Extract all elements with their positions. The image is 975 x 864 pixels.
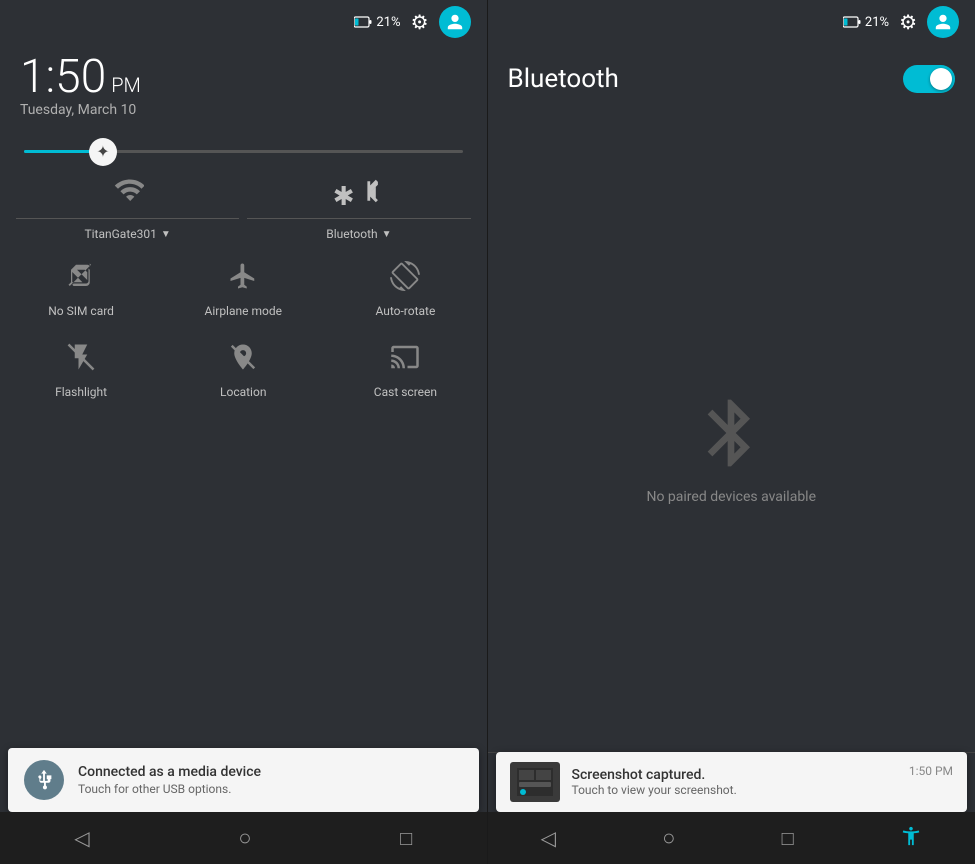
usb-notification-subtitle: Touch for other USB options. [78, 782, 463, 796]
battery-percent-right: 21% [865, 15, 889, 30]
auto-rotate-icon [390, 261, 420, 298]
no-sim-item[interactable]: No SIM card [31, 261, 131, 318]
bluetooth-icon: ✱ [333, 177, 385, 212]
cast-screen-item[interactable]: Cast screen [355, 342, 455, 399]
screenshot-subtitle: Touch to view your screenshot. [572, 783, 897, 797]
ampm-display: PM [111, 73, 141, 97]
usb-notification-text: Connected as a media device Touch for ot… [78, 764, 463, 796]
airplane-label: Airplane mode [205, 304, 282, 318]
right-panel: 21% ⚙ Bluetooth No paired devices availa… [488, 0, 975, 864]
back-button-right[interactable]: ◁ [541, 826, 556, 850]
no-sim-icon [66, 261, 96, 298]
right-status-bar: 21% ⚙ [488, 0, 975, 44]
brightness-thumb: ✦ [89, 138, 117, 166]
time-display: 1:50 [20, 54, 106, 100]
settings-icon-right[interactable]: ⚙ [899, 10, 917, 34]
bluetooth-title: Bluetooth [508, 64, 619, 94]
toggle-knob [930, 68, 952, 90]
screenshot-thumbnail [510, 762, 560, 802]
wifi-dropdown-icon[interactable]: ▼ [161, 229, 171, 240]
home-button-right[interactable]: ○ [662, 825, 675, 851]
icon-row-2: Flashlight Location Cast screen [0, 330, 487, 411]
bluetooth-label: Bluetooth [326, 227, 377, 241]
right-nav-bar: ◁ ○ □ [488, 812, 975, 864]
wifi-tile[interactable]: TitanGate301 ▼ [16, 177, 239, 241]
accessibility-icon[interactable] [900, 825, 922, 851]
wifi-label: TitanGate301 [84, 227, 156, 241]
cast-icon [390, 342, 420, 379]
auto-rotate-label: Auto-rotate [375, 304, 435, 318]
left-panel: 21% ⚙ 1:50 PM Tuesday, March 10 ✦ [0, 0, 487, 864]
brightness-area: ✦ [0, 134, 487, 169]
flashlight-label: Flashlight [55, 385, 107, 399]
bluetooth-toggle[interactable] [903, 65, 955, 93]
battery-indicator: 21% [354, 15, 400, 30]
screenshot-title: Screenshot captured. [572, 767, 897, 783]
avatar-right[interactable] [927, 6, 959, 38]
usb-notification[interactable]: Connected as a media device Touch for ot… [8, 748, 479, 812]
recents-button-right[interactable]: □ [782, 826, 794, 851]
icon-row-1: No SIM card Airplane mode Auto-rotate [0, 249, 487, 330]
wifi-icon [112, 177, 144, 212]
location-label: Location [220, 385, 266, 399]
bluetooth-dropdown-icon[interactable]: ▼ [382, 229, 392, 240]
brightness-slider[interactable]: ✦ [24, 150, 463, 153]
no-sim-label: No SIM card [48, 304, 114, 318]
bluetooth-tile[interactable]: ✱ Bluetooth ▼ [247, 177, 470, 241]
screenshot-time: 1:50 PM [909, 762, 953, 778]
no-devices-text: No paired devices available [646, 489, 816, 505]
quick-tiles-row: TitanGate301 ▼ ✱ Bluetooth ▼ [0, 169, 487, 249]
bluetooth-divider [247, 218, 470, 219]
location-item[interactable]: Location [193, 342, 293, 399]
flashlight-icon [66, 342, 96, 379]
screenshot-notification[interactable]: Screenshot captured. Touch to view your … [496, 752, 968, 812]
cast-label: Cast screen [374, 385, 437, 399]
sun-icon: ✦ [96, 142, 109, 161]
battery-indicator-right: 21% [843, 15, 889, 30]
screenshot-text: Screenshot captured. Touch to view your … [572, 767, 897, 797]
usb-notification-title: Connected as a media device [78, 764, 463, 780]
clock-area: 1:50 PM Tuesday, March 10 [0, 44, 487, 134]
back-button-left[interactable]: ◁ [74, 826, 89, 850]
location-icon [228, 342, 258, 379]
bluetooth-header: Bluetooth [488, 44, 975, 114]
battery-percent-left: 21% [376, 15, 400, 30]
airplane-icon [228, 261, 258, 298]
airplane-item[interactable]: Airplane mode [193, 261, 293, 318]
flashlight-item[interactable]: Flashlight [31, 342, 131, 399]
home-button-left[interactable]: ○ [238, 825, 251, 851]
avatar-left[interactable] [439, 6, 471, 38]
auto-rotate-item[interactable]: Auto-rotate [355, 261, 455, 318]
settings-icon-left[interactable]: ⚙ [411, 10, 429, 34]
bluetooth-large-icon [691, 393, 771, 473]
recents-button-left[interactable]: □ [400, 826, 412, 851]
date-display: Tuesday, March 10 [20, 102, 467, 118]
left-nav-bar: ◁ ○ □ [0, 812, 487, 864]
usb-icon [24, 760, 64, 800]
wifi-divider [16, 218, 239, 219]
left-status-bar: 21% ⚙ [0, 0, 487, 44]
